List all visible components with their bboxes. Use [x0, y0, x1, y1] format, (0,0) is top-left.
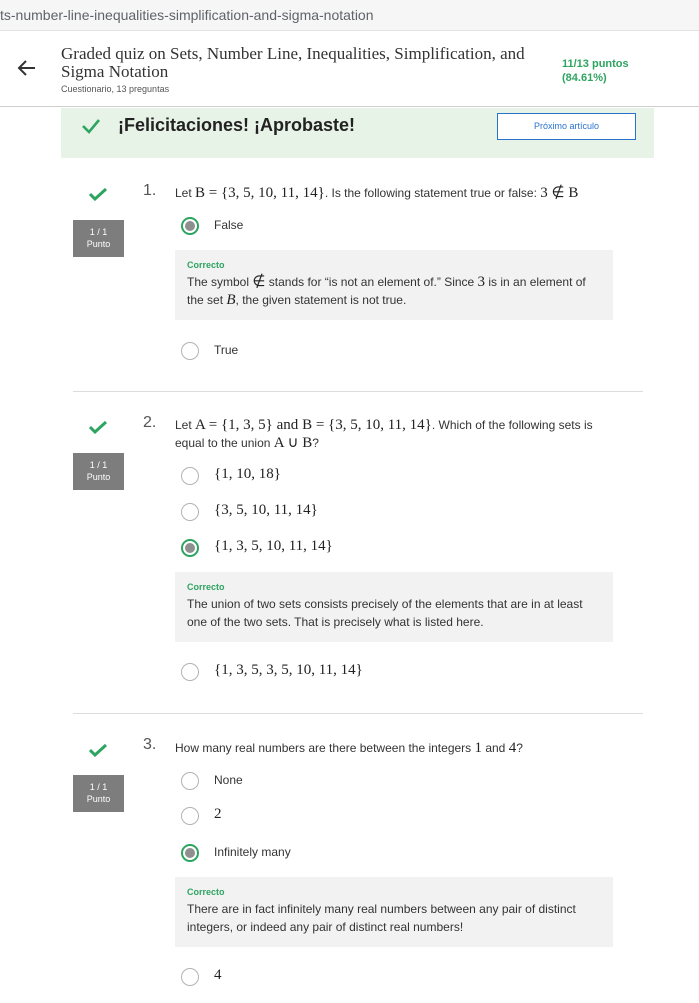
question-number: 1.	[143, 182, 157, 199]
question-prompt: Let A = {1, 3, 5} and B = {3, 5, 10, 11,…	[175, 416, 615, 452]
correct-check-icon	[89, 420, 107, 434]
radio-selected[interactable]	[181, 217, 199, 235]
prompt-math: 1	[474, 740, 483, 756]
radio-selected[interactable]	[181, 844, 199, 862]
badge-label: Punto	[86, 472, 111, 482]
points-badge: 1 / 1 Punto	[73, 220, 124, 257]
correct-check-icon	[89, 187, 107, 201]
option-label: None	[214, 773, 243, 787]
feedback-segment: , the given statement is not true.	[235, 293, 407, 307]
pass-banner: ¡Felicitaciones! ¡Aprobaste! Próximo art…	[61, 108, 654, 158]
radio-unselected[interactable]	[181, 663, 199, 681]
url-text: ts-number-line-inequalities-simplificati…	[0, 7, 374, 23]
question-divider	[73, 391, 643, 392]
score-points: 11/13 puntos	[562, 58, 629, 70]
badge-label: Punto	[86, 239, 111, 249]
badge-score: 1 / 1	[89, 227, 108, 237]
feedback-box: Correcto The union of two sets consists …	[175, 572, 613, 642]
browser-url-bar[interactable]: ts-number-line-inequalities-simplificati…	[0, 0, 699, 31]
correct-check-icon	[89, 743, 107, 757]
option-label: 4	[214, 967, 222, 983]
question-prompt: Let B = {3, 5, 10, 11, 14}. Is the follo…	[175, 184, 615, 202]
prompt-text: ?	[516, 741, 523, 755]
option-label: 2	[214, 806, 222, 822]
back-arrow-icon[interactable]	[16, 57, 38, 79]
points-badge: 1 / 1 Punto	[73, 453, 124, 490]
radio-unselected[interactable]	[181, 807, 199, 825]
feedback-title: Correcto	[187, 887, 225, 897]
radio-unselected[interactable]	[181, 467, 199, 485]
feedback-segment: The symbol	[187, 275, 253, 289]
prompt-math: B = {3, 5, 10, 11, 14}	[195, 185, 325, 201]
question-prompt: How many real numbers are there between …	[175, 739, 615, 757]
badge-label: Punto	[86, 794, 111, 804]
score-percent: (84.61%)	[562, 72, 607, 84]
prompt-math: A ∪ B	[273, 435, 313, 451]
question-number: 3.	[143, 736, 157, 753]
prompt-math: 3 ∉ B	[540, 185, 579, 201]
radio-unselected[interactable]	[181, 503, 199, 521]
score-summary: 11/13 puntos (84.61%)	[562, 57, 629, 85]
prompt-math: A = {1, 3, 5}	[195, 417, 273, 433]
radio-unselected[interactable]	[181, 772, 199, 790]
feedback-text: The symbol ∉ stands for “is not an eleme…	[187, 273, 601, 309]
option-label: False	[214, 218, 244, 232]
option-label: Infinitely many	[214, 845, 291, 859]
badge-score: 1 / 1	[89, 460, 108, 470]
option-label: {3, 5, 10, 11, 14}	[214, 502, 318, 518]
quiz-subtitle: Cuestionario, 13 preguntas	[61, 84, 170, 94]
points-badge: 1 / 1 Punto	[73, 775, 124, 812]
feedback-text: The union of two sets consists precisely…	[187, 597, 583, 629]
option-label: True	[214, 343, 239, 357]
question-divider	[73, 713, 643, 714]
prompt-text: Let	[175, 186, 196, 200]
radio-unselected[interactable]	[181, 342, 199, 360]
feedback-title: Correcto	[187, 260, 225, 270]
quiz-title: Graded quiz on Sets, Number Line, Inequa…	[61, 44, 525, 81]
feedback-math: 3	[477, 274, 486, 290]
badge-score: 1 / 1	[89, 782, 108, 792]
prompt-text: and	[272, 417, 303, 433]
prompt-text: and	[482, 741, 509, 755]
next-item-button[interactable]: Próximo artículo	[497, 113, 636, 140]
option-label: {1, 3, 5, 10, 11, 14}	[214, 538, 333, 554]
radio-selected[interactable]	[181, 539, 199, 557]
prompt-math: B = {3, 5, 10, 11, 14}	[302, 417, 432, 433]
prompt-text: ?	[312, 436, 319, 450]
option-label: {1, 3, 5, 3, 5, 10, 11, 14}	[214, 662, 363, 678]
radio-unselected[interactable]	[181, 968, 199, 986]
prompt-text: How many real numbers are there between …	[175, 741, 475, 755]
feedback-math: B	[226, 292, 236, 308]
prompt-text: Let	[175, 418, 196, 432]
question-number: 2.	[143, 414, 157, 431]
feedback-text: There are in fact infinitely many real n…	[187, 902, 576, 934]
prompt-text: . Is the following statement true or fal…	[324, 186, 541, 200]
feedback-title: Correcto	[187, 582, 225, 592]
option-label: {1, 10, 18}	[214, 466, 281, 482]
quiz-header: Graded quiz on Sets, Number Line, Inequa…	[0, 36, 699, 107]
pass-message: ¡Felicitaciones! ¡Aprobaste!	[118, 115, 356, 135]
check-icon	[82, 119, 100, 134]
feedback-box: Correcto There are in fact infinitely ma…	[175, 877, 613, 947]
feedback-segment: stands for “is not an element of.” Since	[265, 275, 478, 289]
feedback-box: Correcto The symbol ∉ stands for “is not…	[175, 250, 613, 320]
feedback-math: ∉	[252, 274, 266, 290]
